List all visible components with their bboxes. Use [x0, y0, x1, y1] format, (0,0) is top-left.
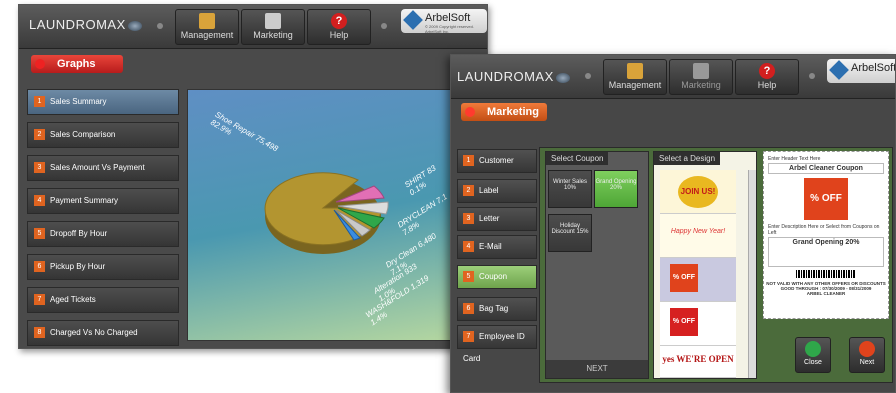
- nav-help-button[interactable]: ? Help: [307, 9, 371, 45]
- design-join-us[interactable]: JOIN US!: [660, 170, 736, 214]
- menu-item-bag-tag[interactable]: 6 Bag Tag: [457, 297, 537, 321]
- coupon-winter-sales[interactable]: Winter Sales 10%: [548, 170, 592, 208]
- coupon-preview: Enter Header Text Here Arbel Cleaner Cou…: [763, 151, 889, 319]
- brand-name: ArbelSoft: [851, 62, 896, 74]
- brand-name: ArbelSoft: [425, 12, 471, 24]
- menu-item-sales-comparison[interactable]: 2 Sales Comparison: [27, 122, 179, 148]
- pie-chart-panel: Shoe Repair 75,498 82.9% SHIRT 83 0.1% DRY…: [187, 89, 479, 341]
- help-icon: ?: [759, 63, 775, 79]
- coupon-holiday-discount[interactable]: Holiday Discount 15%: [548, 214, 592, 252]
- menu-item-email[interactable]: 4 E-Mail: [457, 235, 537, 259]
- nav-management-button[interactable]: Management: [603, 59, 667, 95]
- next-button[interactable]: Next: [849, 337, 885, 373]
- menu-item-pickup-by-hour[interactable]: 6 Pickup By Hour: [27, 254, 179, 280]
- app-logo: LAUNDROMAX: [29, 17, 142, 32]
- arbelsoft-brand: ArbelSoft: [827, 59, 896, 83]
- nav-management-button[interactable]: Management: [175, 9, 239, 45]
- nav-marketing-button[interactable]: Marketing: [241, 9, 305, 45]
- graphs-window: LAUNDROMAX Management Marketing ? Help A…: [18, 4, 488, 349]
- design-percent-off-1[interactable]: % OFF: [660, 258, 736, 302]
- nav-label: Management: [608, 80, 662, 90]
- menu-item-coupon[interactable]: 5 Coupon: [457, 265, 537, 289]
- menu-item-charged-vs-no-charged[interactable]: 8 Charged Vs No Charged: [27, 320, 179, 346]
- coupon-design-image: % OFF: [804, 178, 848, 220]
- menu-item-sales-summary[interactable]: 1 Sales Summary: [27, 89, 179, 115]
- design-scrollbar[interactable]: [748, 170, 756, 378]
- red-dot-icon: [465, 107, 475, 117]
- logo-gear-icon: [555, 72, 570, 83]
- select-coupon-panel: Select Coupon Winter Sales 10% Grand Ope…: [545, 151, 649, 379]
- next-coupon-button[interactable]: NEXT: [546, 360, 648, 378]
- marketing-icon: [693, 63, 709, 79]
- description-hint: Enter Description Here or Select from Co…: [768, 224, 880, 236]
- bullet-icon: [157, 23, 163, 29]
- header-hint: Enter Header Text Here: [768, 156, 821, 162]
- design-percent-off-2[interactable]: % OFF: [660, 302, 736, 346]
- arrow-right-icon: [859, 341, 875, 357]
- design-yes-were-open[interactable]: yes WE'RE OPEN: [660, 346, 736, 378]
- management-icon: [627, 63, 643, 79]
- logo-gear-icon: [127, 20, 142, 31]
- menu-item-letter[interactable]: 3 Letter: [457, 207, 537, 231]
- top-bar: LAUNDROMAX Management Marketing ? Help A…: [451, 55, 895, 99]
- nav-marketing-button[interactable]: Marketing: [669, 59, 733, 95]
- nav-label: Help: [329, 30, 349, 40]
- arbelsoft-brand: ArbelSoft © 2009 Copyright reserved. Arb…: [401, 9, 487, 34]
- bullet-icon: [585, 73, 591, 79]
- close-button[interactable]: Close: [795, 337, 831, 373]
- select-coupon-title: Select Coupon: [546, 152, 609, 165]
- coupon-header-field[interactable]: Arbel Cleaner Coupon: [768, 163, 884, 174]
- menu-item-payment-summary[interactable]: 4 Payment Summary: [27, 188, 179, 214]
- nav-label: Help: [757, 80, 777, 90]
- select-design-title: Select a Design: [654, 152, 721, 165]
- menu-item-employee-id-card[interactable]: 7 Employee ID Card: [457, 325, 537, 363]
- arbelsoft-logo-icon: [829, 60, 849, 80]
- arbelsoft-logo-icon: [403, 10, 423, 30]
- design-happy-new-year[interactable]: Happy New Year!: [660, 214, 736, 258]
- nav-label: Marketing: [681, 80, 721, 90]
- marketing-window: LAUNDROMAX Management Marketing ? Help A…: [450, 54, 896, 393]
- coupon-description-field[interactable]: Grand Opening 20%: [768, 237, 884, 267]
- app-logo: LAUNDROMAX: [457, 69, 570, 84]
- menu-item-sales-amount-vs-payment[interactable]: 3 Sales Amount Vs Payment: [27, 155, 179, 181]
- top-bar: LAUNDROMAX Management Marketing ? Help A…: [19, 5, 487, 49]
- coupon-grand-opening[interactable]: Grand Opening 20%: [594, 170, 638, 208]
- nav-label: Marketing: [253, 30, 293, 40]
- nav-label: Management: [180, 30, 234, 40]
- menu-item-customer[interactable]: 1 Customer: [457, 149, 537, 173]
- nav-help-button[interactable]: ? Help: [735, 59, 799, 95]
- marketing-icon: [265, 13, 281, 29]
- close-icon: [805, 341, 821, 357]
- help-icon: ?: [331, 13, 347, 29]
- graphs-section-button[interactable]: Graphs: [31, 55, 123, 73]
- coupon-footer-store: ARBEL CLEANER: [806, 291, 846, 296]
- bullet-icon: [809, 73, 815, 79]
- bullet-icon: [381, 23, 387, 29]
- barcode: [796, 270, 856, 278]
- menu-item-dropoff-by-hour[interactable]: 5 Dropoff By Hour: [27, 221, 179, 247]
- brand-copyright: © 2009 Copyright reserved. ArbelSoft Inc…: [425, 24, 474, 34]
- management-icon: [199, 13, 215, 29]
- menu-item-aged-tickets[interactable]: 7 Aged Tickets: [27, 287, 179, 313]
- marketing-section-button[interactable]: Marketing: [461, 103, 547, 121]
- menu-item-label[interactable]: 2 Label: [457, 179, 537, 203]
- select-design-panel: Select a Design JOIN US! Happy New Year!…: [653, 151, 757, 379]
- red-dot-icon: [35, 59, 45, 69]
